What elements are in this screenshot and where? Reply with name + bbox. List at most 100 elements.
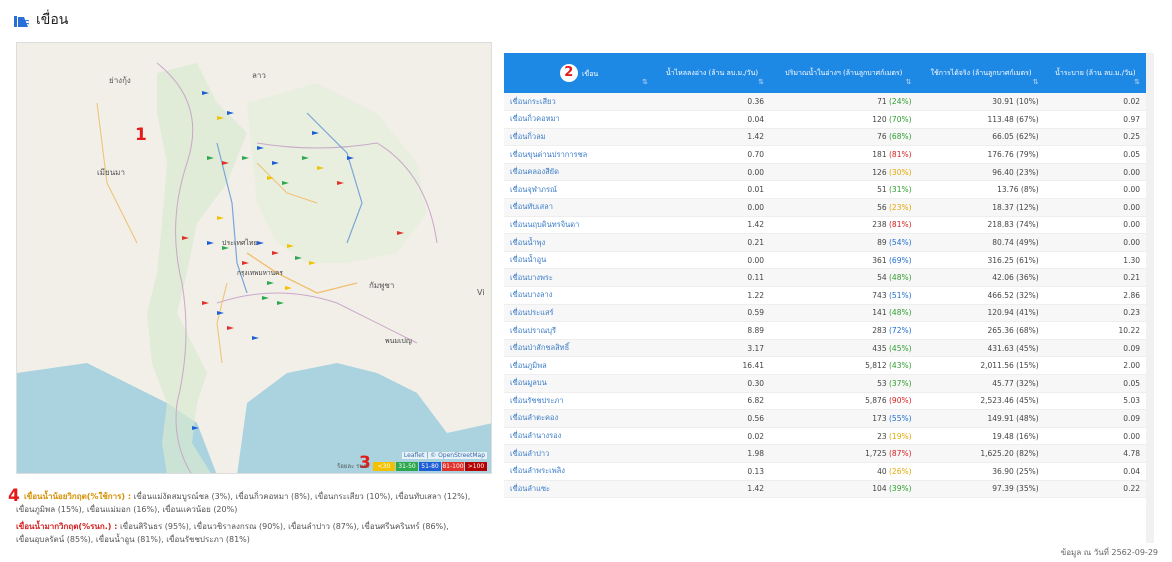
table-row[interactable]: เขื่อนประแสร์ 0.59 141 (48%) 120.94 (41%) 0.…: [504, 304, 1146, 323]
inflow-cell: 0.00: [654, 251, 771, 270]
col-header-usable[interactable]: ใช้การได้จริง (ล้านลูกบาศก์เมตร) ⇅: [917, 53, 1045, 93]
col-label-release: น้ำระบาย (ล้าน ลบ.ม./วัน): [1055, 69, 1136, 77]
sort-icon[interactable]: ⇅: [642, 77, 648, 87]
legend-item-3: 51-80: [419, 461, 441, 471]
map-attribution[interactable]: Leaflet | © OpenStreetMap: [401, 452, 487, 459]
table-row[interactable]: เขื่อนน้ำพุง 0.21 89 (54%) 80.74 (49%) 0.00: [504, 233, 1146, 252]
dam-name-link[interactable]: เขื่อนภูมิพล: [504, 356, 654, 375]
dam-name-link[interactable]: เขื่อนกิ่วคอหมา: [504, 110, 654, 129]
storage-percent: (48%): [889, 273, 912, 283]
high-water-note: เขื่อนน้ำมากวิกฤต(%รนก.) : เขื่อนสิรินธร…: [16, 520, 496, 533]
table-row[interactable]: เขื่อนรัชชประภา 6.82 5,876 (90%) 2,523.46 (…: [504, 392, 1146, 411]
inflow-cell: 1.22: [654, 286, 771, 305]
dam-name-link[interactable]: เขื่อนจุฬาภรณ์: [504, 180, 654, 200]
inflow-cell: 0.36: [654, 93, 771, 112]
inflow-cell: 0.00: [654, 198, 771, 217]
dam-name-link[interactable]: เขื่อนลำตะคอง: [504, 409, 654, 428]
table-row[interactable]: เขื่อนกระเสียว 0.36 71 (24%) 30.91 (10%) 0.0…: [504, 93, 1146, 112]
table-row[interactable]: เขื่อนป่าสักชลสิทธิ์ 3.17 435 (45%) 431.63 …: [504, 339, 1146, 358]
dam-name-link[interactable]: เขื่อนประแสร์: [504, 304, 654, 323]
col-header-inflow[interactable]: น้ำไหลลงอ่าง (ล้าน ลบ.ม./วัน) ⇅: [654, 53, 771, 93]
dam-table-container[interactable]: 2 เขื่อน ⇅ น้ำไหลลงอ่าง (ล้าน ลบ.ม./วัน)…: [504, 53, 1154, 543]
usable-cell: 431.63 (45%): [917, 339, 1045, 358]
table-row[interactable]: เขื่อนกิ่วลม 1.42 76 (68%) 66.05 (62%) 0.25: [504, 128, 1146, 147]
dam-name-link[interactable]: เขื่อนขุนด่านปราการชล: [504, 145, 654, 164]
table-row[interactable]: เขื่อนจุฬาภรณ์ 0.01 51 (31%) 13.76 (8%) 0.00: [504, 180, 1146, 200]
sort-icon[interactable]: ⇅: [1134, 77, 1140, 87]
dam-name-link[interactable]: เขื่อนบางลาง: [504, 286, 654, 305]
sort-icon[interactable]: ⇅: [1033, 77, 1039, 87]
table-row[interactable]: เขื่อนคลองสียัด 0.00 126 (30%) 96.40 (23%) 0…: [504, 163, 1146, 182]
inflow-cell: 1.42: [654, 480, 771, 499]
storage-cell: 54 (48%): [770, 268, 918, 288]
dam-name-link[interactable]: เขื่อนบางพระ: [504, 268, 654, 288]
dam-name-link[interactable]: เขื่อนลำพระเพลิง: [504, 462, 654, 481]
usable-cell: 466.52 (32%): [917, 286, 1045, 305]
dam-name-link[interactable]: เขื่อนลำปาว: [504, 444, 654, 463]
release-cell: 0.00: [1044, 198, 1146, 217]
inflow-cell: 3.17: [654, 339, 771, 358]
table-row[interactable]: เขื่อนลำพระเพลิง 0.13 40 (26%) 36.90 (25%) 0…: [504, 462, 1146, 481]
col-header-storage[interactable]: ปริมาณน้ำในอ่างฯ (ล้านลูกบาศก์เมตร) ⇅: [770, 53, 918, 93]
table-row[interactable]: เขื่อนลำนางรอง 0.02 23 (19%) 19.48 (16%) 0.0…: [504, 427, 1146, 446]
storage-cell: 53 (37%): [770, 374, 918, 393]
dam-name-link[interactable]: เขื่อนน้ำพุง: [504, 233, 654, 252]
storage-percent: (87%): [889, 449, 912, 459]
storage-cell: 51 (31%): [770, 180, 918, 200]
table-scrollbar[interactable]: [1146, 63, 1154, 383]
table-row[interactable]: เขื่อนน้ำอูน 0.00 361 (69%) 316.25 (61%) 1.3…: [504, 251, 1146, 270]
table-row[interactable]: เขื่อนขุนด่านปราการชล 0.70 181 (81%) 176.76…: [504, 145, 1146, 164]
table-row[interactable]: เขื่อนกิ่วคอหมา 0.04 120 (70%) 113.48 (67%)…: [504, 110, 1146, 129]
dam-table: 2 เขื่อน ⇅ น้ำไหลลงอ่าง (ล้าน ลบ.ม./วัน)…: [504, 53, 1146, 499]
dam-name-link[interactable]: เขื่อนทับเสลา: [504, 198, 654, 217]
table-row[interactable]: เขื่อนปราณบุรี 8.89 283 (72%) 265.36 (68%) 1…: [504, 321, 1146, 340]
sort-icon[interactable]: ⇅: [758, 77, 764, 87]
storage-cell: 120 (70%): [770, 110, 918, 129]
storage-percent: (81%): [889, 220, 912, 230]
storage-cell: 743 (51%): [770, 286, 918, 305]
table-row[interactable]: เขื่อนลำแซะ 1.42 104 (39%) 97.39 (35%) 0.22: [504, 480, 1146, 499]
table-body: เขื่อนกระเสียว 0.36 71 (24%) 30.91 (10%) 0.0…: [504, 93, 1146, 499]
usable-cell: 96.40 (23%): [917, 163, 1045, 182]
storage-value: 104: [872, 484, 887, 494]
dam-name-link[interactable]: เขื่อนปราณบุรี: [504, 321, 654, 340]
inflow-cell: 0.11: [654, 268, 771, 288]
usable-cell: 316.25 (61%): [917, 251, 1045, 270]
low-water-text: เขื่อนแม่งัดสมบูรณ์ชล (3%), เขื่อนกิ่วคอ…: [133, 492, 471, 501]
storage-cell: 238 (81%): [770, 216, 918, 235]
storage-cell: 173 (55%): [770, 409, 918, 428]
table-row[interactable]: เขื่อนนฤบดินทรจินดา 1.42 238 (81%) 218.83 (…: [504, 216, 1146, 235]
table-row[interactable]: เขื่อนภูมิพล 16.41 5,812 (43%) 2,011.56 (15…: [504, 356, 1146, 375]
col-header-dam[interactable]: 2 เขื่อน ⇅: [504, 53, 654, 93]
storage-cell: 76 (68%): [770, 128, 918, 147]
table-row[interactable]: เขื่อนมูลบน 0.30 53 (37%) 45.77 (32%) 0.05: [504, 374, 1146, 393]
table-row[interactable]: เขื่อนลำตะคอง 0.56 173 (55%) 149.91 (48%) 0.…: [504, 409, 1146, 428]
sort-icon[interactable]: ⇅: [906, 77, 912, 87]
release-cell: 10.22: [1044, 321, 1146, 340]
table-row[interactable]: เขื่อนบางพระ 0.11 54 (48%) 42.06 (36%) 0.21: [504, 268, 1146, 288]
usable-cell: 19.48 (16%): [917, 427, 1045, 446]
storage-value: 1,725: [865, 449, 887, 459]
page-title: เขื่อน: [36, 12, 69, 28]
table-row[interactable]: เขื่อนลำปาว 1.98 1,725 (87%) 1,625.20 (82%)…: [504, 444, 1146, 463]
dam-name-link[interactable]: เขื่อนกระเสียว: [504, 93, 654, 112]
dam-name-link[interactable]: เขื่อนน้ำอูน: [504, 251, 654, 270]
storage-value: 53: [877, 378, 887, 388]
dam-name-link[interactable]: เขื่อนรัชชประภา: [504, 392, 654, 411]
dam-name-link[interactable]: เขื่อนลำแซะ: [504, 480, 654, 499]
dam-name-link[interactable]: เขื่อนป่าสักชลสิทธิ์: [504, 339, 654, 358]
col-header-release[interactable]: น้ำระบาย (ล้าน ลบ.ม./วัน) ⇅: [1044, 53, 1146, 93]
dam-map[interactable]: ย่างกุ้ง ลาว เมียนมา ประเทศไทย กรุงเทพมห…: [16, 42, 492, 474]
inflow-cell: 1.42: [654, 216, 771, 235]
dam-name-link[interactable]: เขื่อนคลองสียัด: [504, 163, 654, 182]
dam-name-link[interactable]: เขื่อนนฤบดินทรจินดา: [504, 216, 654, 235]
dam-name-link[interactable]: เขื่อนกิ่วลม: [504, 128, 654, 147]
inflow-cell: 0.70: [654, 145, 771, 164]
table-row[interactable]: เขื่อนบางลาง 1.22 743 (51%) 466.52 (32%) 2.8…: [504, 286, 1146, 305]
table-row[interactable]: เขื่อนทับเสลา 0.00 56 (23%) 18.37 (12%) 0.00: [504, 198, 1146, 217]
storage-cell: 141 (48%): [770, 304, 918, 323]
dam-name-link[interactable]: เขื่อนมูลบน: [504, 374, 654, 393]
dam-name-link[interactable]: เขื่อนลำนางรอง: [504, 427, 654, 446]
release-cell: 0.05: [1044, 374, 1146, 393]
release-cell: 0.00: [1044, 163, 1146, 182]
